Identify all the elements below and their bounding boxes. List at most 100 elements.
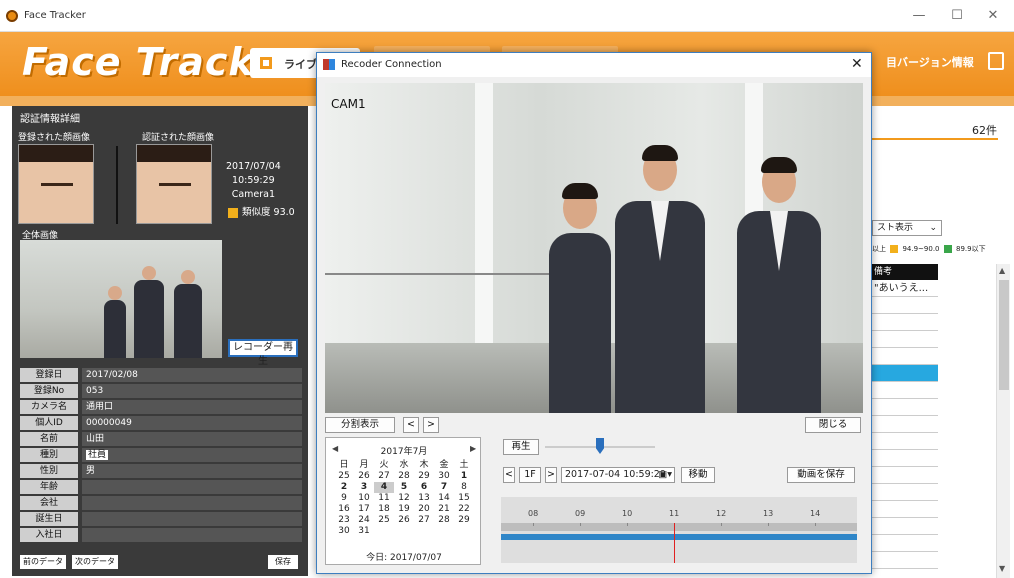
frame-forward-button[interactable]: >	[545, 467, 557, 483]
calendar-day[interactable]: 17	[354, 504, 374, 515]
list-cell[interactable]	[872, 484, 938, 501]
list-cell[interactable]: "あいうえ...	[872, 280, 938, 297]
calendar-day[interactable]: 30	[334, 526, 354, 537]
list-cell[interactable]	[872, 518, 938, 535]
video-person	[615, 145, 705, 413]
scroll-up-icon[interactable]: ▲	[999, 266, 1005, 275]
calendar-day[interactable]: 20	[414, 504, 434, 515]
calendar-day[interactable]: 28	[434, 515, 454, 526]
list-cell[interactable]	[872, 382, 938, 399]
calendar-day[interactable]: 25	[334, 471, 354, 482]
list-scrollbar[interactable]: ▲ ▼	[996, 264, 1010, 578]
calendar-day[interactable]: 14	[434, 493, 454, 504]
save-video-button[interactable]: 動画を保存	[787, 467, 855, 483]
list-cell[interactable]	[872, 501, 938, 518]
date-calendar[interactable]: ◀ 2017年7月 ▶ 日 月 火 水 木 金 土 25 26 27 28 29…	[325, 437, 481, 565]
timeline-cursor[interactable]	[674, 523, 675, 563]
list-cell[interactable]	[872, 297, 938, 314]
play-button[interactable]: 再生	[503, 439, 539, 455]
move-button[interactable]: 移動	[681, 467, 715, 483]
next-camera-button[interactable]: >	[423, 417, 439, 433]
save-button[interactable]: 保存	[268, 555, 298, 569]
weekday: 水	[399, 460, 409, 470]
calendar-day[interactable]: 22	[454, 504, 474, 515]
list-cell[interactable]	[872, 433, 938, 450]
frame-step-button[interactable]: 1F	[519, 467, 541, 483]
calendar-day[interactable]: 9	[334, 493, 354, 504]
calendar-day[interactable]: 19	[394, 504, 414, 515]
timeline-hour-label: 13	[763, 509, 774, 518]
calendar-day[interactable]: 15	[454, 493, 474, 504]
scroll-thumb[interactable]	[999, 280, 1009, 390]
calendar-day[interactable]: 8	[454, 482, 474, 493]
field-label: 登録No	[20, 384, 78, 398]
prev-camera-button[interactable]: <	[403, 417, 419, 433]
prev-data-button[interactable]: 前のデータ	[20, 555, 66, 569]
exit-icon[interactable]	[988, 52, 1004, 70]
calendar-day[interactable]: 21	[434, 504, 454, 515]
list-cell-selected[interactable]	[872, 365, 938, 382]
result-list-panel: 62件 スト表示 ⌄ 以上 94.9~90.0 89.9以下 備考 "あいうえ.…	[872, 106, 1014, 578]
list-cell[interactable]	[872, 416, 938, 433]
calendar-day-selected[interactable]: 4	[374, 482, 394, 493]
calendar-day[interactable]: 26	[354, 471, 374, 482]
video-view[interactable]: CAM1	[325, 83, 863, 413]
field-value	[82, 496, 302, 510]
datetime-picker[interactable]: 2017-07-04 10:59:29 ▣▾	[561, 467, 675, 483]
list-cell[interactable]	[872, 450, 938, 467]
calendar-day[interactable]: 29	[414, 471, 434, 482]
calendar-day[interactable]: 1	[454, 471, 474, 482]
calendar-dropdown-icon[interactable]: ▣▾	[658, 468, 672, 482]
auth-meta: 2017/07/04 10:59:29 Camera1	[226, 160, 281, 202]
scroll-down-icon[interactable]: ▼	[999, 564, 1005, 573]
calendar-day[interactable]: 10	[354, 493, 374, 504]
calendar-day[interactable]: 5	[394, 482, 414, 493]
list-cell[interactable]	[872, 399, 938, 416]
close-icon[interactable]: ✕	[851, 56, 863, 72]
calendar-day[interactable]: 30	[434, 471, 454, 482]
calendar-day[interactable]: 16	[334, 504, 354, 515]
calendar-day[interactable]: 29	[454, 515, 474, 526]
close-dialog-button[interactable]: 閉じる	[805, 417, 861, 433]
calendar-day[interactable]: 23	[334, 515, 354, 526]
legend-mid-swatch	[943, 245, 952, 253]
calendar-day[interactable]: 27	[374, 471, 394, 482]
list-cell[interactable]	[872, 535, 938, 552]
calendar-day[interactable]: 12	[394, 493, 414, 504]
version-info-link[interactable]: 目バージョン情報	[886, 54, 974, 70]
app-icon	[6, 10, 18, 22]
recorder-play-button[interactable]: レコーダー再生	[228, 339, 298, 367]
calendar-day[interactable]: 6	[414, 482, 434, 493]
recorder-dialog: Recoder Connection ✕ CAM1 分割表示 < > 閉じる ◀…	[316, 52, 872, 574]
calendar-day[interactable]: 7	[434, 482, 454, 493]
frame-back-button[interactable]: <	[503, 467, 515, 483]
calendar-day[interactable]: 11	[374, 493, 394, 504]
next-data-button[interactable]: 次のデータ	[72, 555, 118, 569]
calendar-day[interactable]: 31	[354, 526, 374, 537]
calendar-today-label[interactable]: 今日: 2017/07/07	[326, 550, 482, 563]
list-cell[interactable]	[872, 348, 938, 365]
calendar-day[interactable]: 18	[374, 504, 394, 515]
calendar-day[interactable]: 26	[394, 515, 414, 526]
recording-timeline[interactable]: 08 09 10 11 12 13 14	[501, 497, 857, 563]
display-mode-select[interactable]: スト表示 ⌄	[872, 220, 942, 236]
calendar-day[interactable]: 28	[394, 471, 414, 482]
calendar-day[interactable]: 13	[414, 493, 434, 504]
list-cell[interactable]	[872, 467, 938, 484]
calendar-day[interactable]: 2	[334, 482, 354, 493]
calendar-day[interactable]: 27	[414, 515, 434, 526]
calendar-next-icon[interactable]: ▶	[470, 444, 476, 453]
calendar-day[interactable]: 25	[374, 515, 394, 526]
minimize-button[interactable]: —	[904, 6, 934, 26]
field-row-join-date: 入社日	[20, 528, 302, 543]
list-cell[interactable]	[872, 552, 938, 569]
close-window-button[interactable]: ✕	[978, 6, 1008, 26]
maximize-button[interactable]: ☐	[942, 6, 972, 26]
list-cell[interactable]	[872, 331, 938, 348]
list-cell[interactable]	[872, 314, 938, 331]
calendar-day[interactable]: 3	[354, 482, 374, 493]
split-view-button[interactable]: 分割表示	[325, 417, 395, 433]
playback-slider-knob[interactable]	[596, 438, 604, 454]
calendar-day[interactable]: 24	[354, 515, 374, 526]
timeline-band	[501, 523, 857, 531]
